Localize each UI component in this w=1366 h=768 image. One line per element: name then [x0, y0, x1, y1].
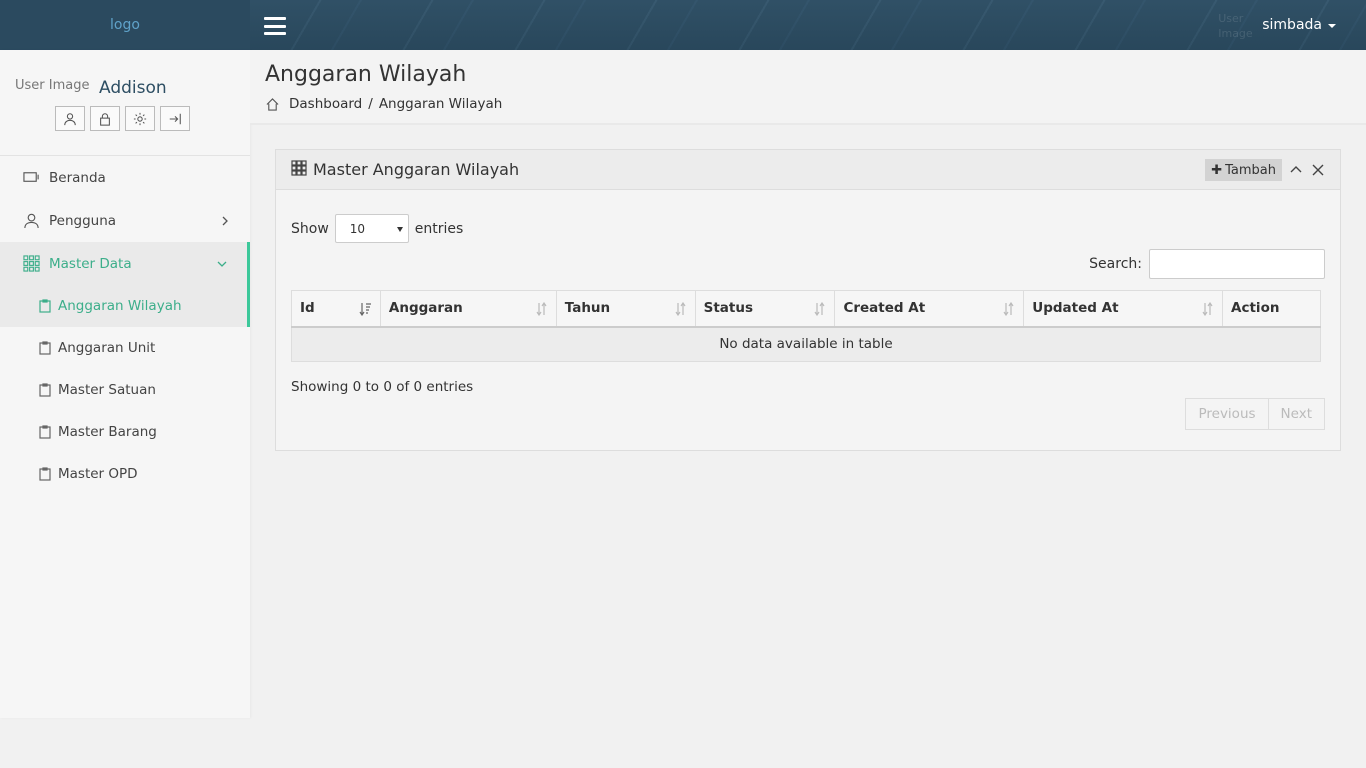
table-row: No data available in table: [291, 326, 1321, 362]
sidebar-item-label: Beranda: [49, 169, 106, 186]
sidebar-item-pengguna[interactable]: Pengguna: [0, 199, 250, 242]
entries-length: Show 10 entries: [291, 214, 463, 243]
sort-icon: [1003, 301, 1014, 317]
clipboard-icon: [39, 467, 51, 481]
search-input[interactable]: [1149, 249, 1325, 279]
sidebar-subitem-label: Master Barang: [58, 424, 157, 440]
close-icon: [1312, 164, 1324, 176]
breadcrumb-current: Anggaran Wilayah: [378, 96, 503, 112]
column-header-updated-at[interactable]: Updated At: [1023, 290, 1224, 328]
user-image: User Image: [15, 78, 90, 93]
sidebar-subitem-label: Anggaran Unit: [58, 340, 156, 356]
sidebar-subitem-master-barang[interactable]: Master Barang: [0, 411, 250, 453]
sort-icon: [1202, 301, 1213, 317]
add-button[interactable]: ✚ Tambah: [1205, 159, 1282, 181]
table-search: Search:: [1089, 249, 1325, 279]
sidebar-item-label: Pengguna: [49, 212, 117, 229]
entries-select-value: 10: [349, 221, 366, 236]
entries-select[interactable]: 10: [334, 214, 409, 243]
column-header-tahun[interactable]: Tahun: [555, 290, 696, 328]
breadcrumb-dashboard[interactable]: Dashboard: [289, 96, 362, 112]
panel-heading: Master Anggaran Wilayah ✚ Tambah: [276, 150, 1340, 190]
sidebar-item-beranda[interactable]: Beranda: [0, 156, 250, 199]
empty-table-message: No data available in table: [291, 326, 1321, 362]
data-table: Id Anggaran Tahun Status Created At Upda…: [291, 290, 1321, 362]
page-header: Anggaran Wilayah Dashboard / Anggaran Wi…: [250, 50, 1366, 125]
collapse-button[interactable]: [1288, 162, 1304, 178]
user-image-placeholder: User Image: [1218, 12, 1253, 40]
column-header-id[interactable]: Id: [291, 290, 381, 328]
clipboard-icon: [39, 425, 51, 439]
user-name: Addison: [99, 78, 167, 98]
user-icon: [64, 112, 76, 125]
clipboard-icon: [39, 383, 51, 397]
sidebar-subitem-anggaran-unit[interactable]: Anggaran Unit: [0, 327, 250, 369]
close-button[interactable]: [1310, 162, 1326, 178]
sidebar: User Image Addison Beranda Pengguna Mast…: [0, 50, 250, 718]
lock-icon: [100, 112, 110, 126]
search-label: Search:: [1089, 256, 1142, 272]
user-icon: [23, 213, 39, 229]
column-header-anggaran[interactable]: Anggaran: [379, 290, 557, 328]
grid-icon: [291, 159, 307, 176]
logout-button[interactable]: [160, 106, 190, 131]
user-dropdown[interactable]: User Image simbada: [1218, 12, 1336, 40]
sidebar-menu: Beranda Pengguna Master Data Anggaran Wi…: [0, 156, 250, 495]
pagination: Previous Next: [1185, 398, 1325, 430]
sidebar-subitem-master-satuan[interactable]: Master Satuan: [0, 369, 250, 411]
table-header-row: Id Anggaran Tahun Status Created At Upda…: [291, 290, 1321, 328]
previous-button[interactable]: Previous: [1185, 398, 1269, 430]
breadcrumb: Dashboard / Anggaran Wilayah: [266, 96, 502, 112]
user-panel: User Image Addison: [0, 50, 250, 156]
sidebar-subitem-master-opd[interactable]: Master OPD: [0, 453, 250, 495]
column-header-created-at[interactable]: Created At: [834, 290, 1025, 328]
clipboard-icon: [39, 299, 51, 313]
chevron-down-icon: [217, 261, 227, 267]
logo-text: logo: [110, 17, 140, 33]
sidebar-toggle-icon[interactable]: [264, 17, 286, 35]
column-header-action: Action: [1222, 290, 1321, 328]
panel-title: Master Anggaran Wilayah: [313, 160, 520, 179]
sidebar-item-label: Master Data: [49, 255, 132, 272]
sidebar-subitem-anggaran-wilayah[interactable]: Anggaran Wilayah: [0, 285, 250, 327]
sidebar-subitem-label: Master Satuan: [58, 382, 156, 398]
monitor-icon: [22, 172, 39, 182]
home-icon: [266, 97, 279, 111]
sidebar-subitem-label: Anggaran Wilayah: [58, 298, 182, 314]
show-label: Show: [291, 220, 329, 237]
column-header-status[interactable]: Status: [694, 290, 836, 328]
next-button[interactable]: Next: [1268, 398, 1325, 430]
profile-button[interactable]: [55, 106, 85, 131]
clipboard-icon: [39, 341, 51, 355]
sort-icon: [814, 301, 825, 317]
logout-icon: [169, 113, 181, 124]
navbar-main: User Image simbada: [250, 0, 1366, 50]
panel-tools: ✚ Tambah: [1205, 159, 1326, 181]
top-navbar: logo User Image simbada: [0, 0, 1366, 50]
gear-icon: [133, 112, 147, 125]
table-info: Showing 0 to 0 of 0 entries: [291, 379, 474, 395]
username-label: simbada: [1262, 17, 1322, 33]
chevron-up-icon: [1290, 166, 1302, 173]
sidebar-item-master-data[interactable]: Master Data: [0, 242, 250, 285]
brand-logo[interactable]: logo: [0, 0, 250, 50]
sort-desc-icon: [359, 303, 371, 317]
breadcrumb-separator: /: [368, 96, 373, 112]
sort-icon: [675, 301, 686, 317]
settings-button[interactable]: [125, 106, 155, 131]
chevron-right-icon: [222, 216, 228, 226]
master-panel: Master Anggaran Wilayah ✚ Tambah Show 10…: [275, 149, 1341, 451]
grid-icon: [22, 255, 40, 272]
caret-down-icon: [1328, 24, 1336, 28]
plus-icon: ✚: [1211, 162, 1223, 178]
add-button-label: Tambah: [1225, 162, 1276, 178]
sidebar-subitem-label: Master OPD: [58, 466, 138, 482]
profile-buttons: [55, 106, 190, 131]
sort-icon: [536, 301, 547, 317]
entries-label: entries: [414, 220, 464, 237]
page-title: Anggaran Wilayah: [265, 62, 467, 87]
lock-button[interactable]: [90, 106, 120, 131]
